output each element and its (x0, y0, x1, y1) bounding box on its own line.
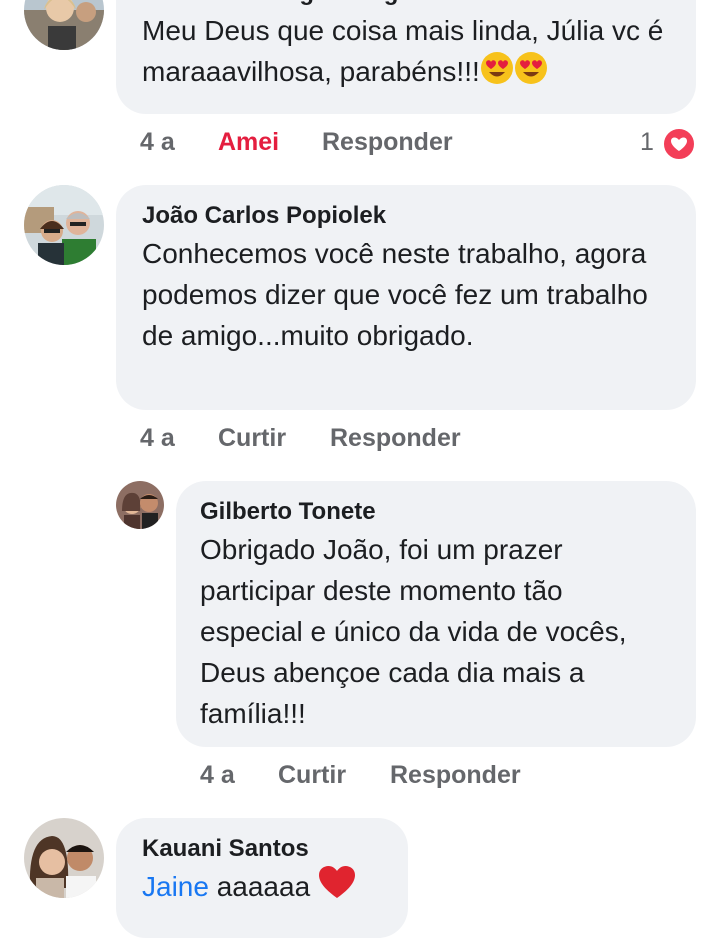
mention-link[interactable]: Jaine (142, 871, 209, 902)
comment-bubble: Kauani Santos Jaine aaaaaa (116, 818, 408, 938)
comment-author[interactable]: Eliane Limberger D'Agostini (142, 0, 670, 8)
reply-bubble: Gilberto Tonete Obrigado João, foi um pr… (176, 481, 696, 747)
like-button[interactable]: Curtir (218, 424, 286, 453)
comment-author[interactable]: João Carlos Popiolek (142, 201, 670, 231)
heart-eyes-emoji (480, 51, 514, 96)
comment-text-body: Meu Deus que coisa mais linda, Júlia vc … (142, 15, 664, 87)
avatar-eliane[interactable] (24, 0, 104, 50)
comment-time[interactable]: 4 a (200, 761, 235, 790)
like-button[interactable]: Curtir (278, 761, 346, 790)
reply-button[interactable]: Responder (322, 128, 453, 157)
comment-text: Conhecemos você neste trabalho, agora po… (142, 238, 648, 351)
heart-eyes-emoji (514, 51, 548, 96)
comment-time[interactable]: 4 a (140, 128, 175, 157)
comment-text-body: aaaaaa (216, 871, 311, 902)
comment-bubble: João Carlos Popiolek Conhecemos você nes… (116, 185, 696, 410)
comment-actions: 4 a Curtir Responder (140, 424, 700, 456)
comment-text: Jaine aaaaaa (142, 866, 382, 911)
reply-actions: 4 a Curtir Responder (200, 761, 700, 793)
comment-actions: 4 a Amei Responder 1 (140, 127, 700, 161)
reply-text: Obrigado João, foi um prazer participar … (200, 534, 627, 729)
comment-author[interactable]: Kauani Santos (142, 834, 382, 864)
reply-author[interactable]: Gilberto Tonete (200, 497, 672, 527)
red-heart-emoji (318, 866, 356, 911)
avatar-kauani[interactable] (24, 818, 104, 898)
comment-bubble: Eliane Limberger D'Agostini Meu Deus que… (116, 0, 696, 114)
comment-time[interactable]: 4 a (140, 424, 175, 453)
reply-button[interactable]: Responder (330, 424, 461, 453)
love-reaction-icon[interactable] (662, 127, 696, 168)
reply-button[interactable]: Responder (390, 761, 521, 790)
avatar-joao[interactable] (24, 185, 104, 265)
reaction-count[interactable]: 1 (640, 128, 654, 157)
love-reaction-button[interactable]: Amei (218, 128, 279, 157)
comment-text: Meu Deus que coisa mais linda, Júlia vc … (142, 10, 670, 96)
avatar-gilberto[interactable] (116, 481, 164, 529)
